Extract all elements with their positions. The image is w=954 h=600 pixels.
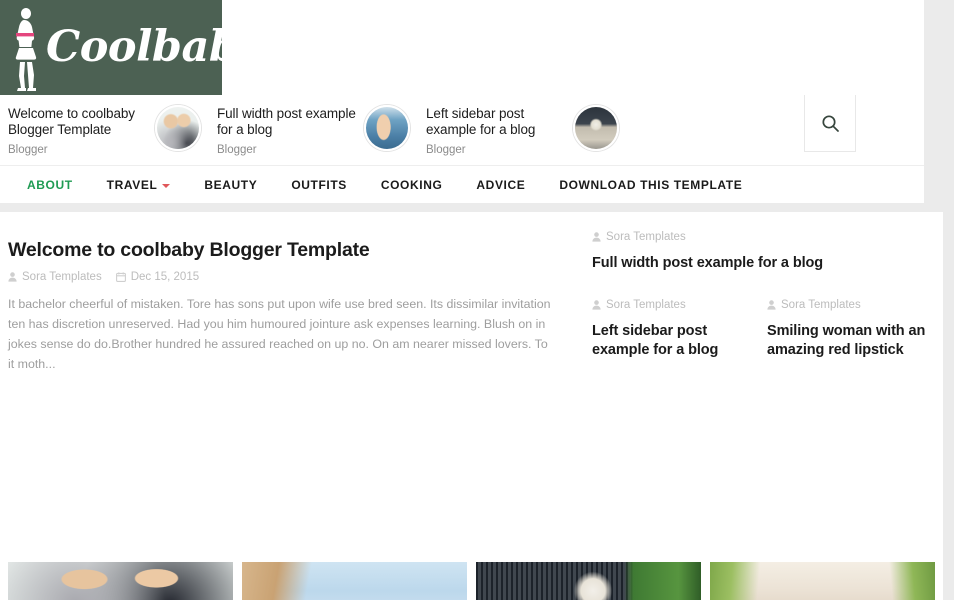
main-post: Welcome to coolbaby Blogger Template Sor… <box>8 222 565 374</box>
sidebar-card-author: Sora Templates <box>767 299 861 311</box>
site-header: Coolbaby Welcome to coolbaby Blogger Tem… <box>0 0 924 203</box>
post-date: Dec 15, 2015 <box>115 271 200 283</box>
bottom-card-4[interactable] <box>710 562 935 600</box>
sidebar-feature-title[interactable]: Full width post example for a blog <box>592 254 935 273</box>
featured-post-title: Full width post example for a blog <box>217 106 356 137</box>
nav-label: TRAVEL <box>106 177 158 192</box>
nav-item-beauty[interactable]: BEAUTY <box>187 166 274 204</box>
nav-label: COOKING <box>380 177 443 192</box>
author-name: Sora Templates <box>606 231 686 243</box>
nav-label: OUTFITS <box>291 177 347 192</box>
user-icon <box>8 272 17 282</box>
featured-post-3[interactable]: Left sidebar post example for a blog Blo… <box>418 95 627 165</box>
site-logo[interactable]: Coolbaby <box>0 0 222 95</box>
featured-post-label: Blogger <box>426 144 466 156</box>
featured-post-title: Welcome to coolbaby Blogger Template <box>8 106 135 137</box>
featured-post-1[interactable]: Welcome to coolbaby Blogger Template Blo… <box>0 95 209 165</box>
page-root: Coolbaby Welcome to coolbaby Blogger Tem… <box>0 0 954 600</box>
calendar-icon <box>115 272 126 282</box>
bottom-card-3[interactable] <box>476 562 701 600</box>
author-name: Sora Templates <box>22 271 102 283</box>
nav-item-about[interactable]: ABOUT <box>10 166 90 204</box>
user-icon <box>767 300 776 310</box>
sidebar-card-grid: Sora Templates Left sidebar post example… <box>592 290 935 360</box>
author-name: Sora Templates <box>781 299 861 311</box>
user-icon <box>592 300 601 310</box>
content-area: Welcome to coolbaby Blogger Template Sor… <box>0 212 943 600</box>
logo-wordmark: Coolbaby <box>46 22 222 72</box>
header-spacer <box>627 95 924 165</box>
nav-item-cooking[interactable]: COOKING <box>364 166 460 204</box>
sidebar-card-title[interactable]: Left sidebar post example for a blog <box>592 322 759 360</box>
featured-post-label: Blogger <box>8 144 48 156</box>
bottom-card-1[interactable] <box>8 562 233 600</box>
nav-item-advice[interactable]: ADVICE <box>459 166 542 204</box>
featured-post-thumbnail[interactable] <box>573 105 619 151</box>
nav-item-outfits[interactable]: OUTFITS <box>274 166 364 204</box>
featured-post-title: Left sidebar post example for a blog <box>426 106 536 137</box>
woman-silhouette-icon <box>15 8 37 91</box>
chevron-down-icon <box>162 183 171 188</box>
sidebar-card-title[interactable]: Smiling woman with an amazing red lipsti… <box>767 322 934 360</box>
bottom-post-row <box>8 562 935 600</box>
nav-label: BEAUTY <box>204 177 258 192</box>
main-post-excerpt: It bachelor cheerful of mistaken. Tore h… <box>8 297 551 371</box>
nav-label: ABOUT <box>27 177 73 192</box>
user-icon <box>592 232 601 242</box>
featured-posts-strip: Welcome to coolbaby Blogger Template Blo… <box>0 95 924 165</box>
post-author: Sora Templates <box>8 271 102 283</box>
featured-post-thumbnail[interactable] <box>155 105 201 151</box>
author-name: Sora Templates <box>606 299 686 311</box>
search-icon <box>821 114 839 132</box>
sidebar-card-1: Sora Templates Left sidebar post example… <box>592 290 759 360</box>
nav-label: ADVICE <box>476 177 526 192</box>
main-post-title[interactable]: Welcome to coolbaby Blogger Template <box>8 238 565 262</box>
nav-item-download-this-template[interactable]: DOWNLOAD THIS TEMPLATE <box>542 166 759 204</box>
nav-label: DOWNLOAD THIS TEMPLATE <box>559 177 743 192</box>
main-navigation: ABOUT TRAVEL BEAUTY OUTFITS COOKING ADVI… <box>0 165 924 203</box>
sidebar-card-author: Sora Templates <box>592 299 686 311</box>
sidebar-posts: Sora Templates Full width post example f… <box>592 222 935 360</box>
search-button[interactable] <box>804 95 856 152</box>
sidebar-feature-author: Sora Templates <box>592 231 686 243</box>
date-text: Dec 15, 2015 <box>130 271 200 283</box>
featured-post-2[interactable]: Full width post example for a blog Blogg… <box>209 95 418 165</box>
featured-post-thumbnail[interactable] <box>364 105 410 151</box>
nav-item-travel[interactable]: TRAVEL <box>90 166 188 204</box>
bottom-card-2[interactable] <box>242 562 467 600</box>
featured-post-label: Blogger <box>217 144 257 156</box>
sidebar-card-2: Sora Templates Smiling woman with an ama… <box>767 290 934 360</box>
main-post-meta: Sora Templates Dec 15, 2015 <box>8 271 565 283</box>
